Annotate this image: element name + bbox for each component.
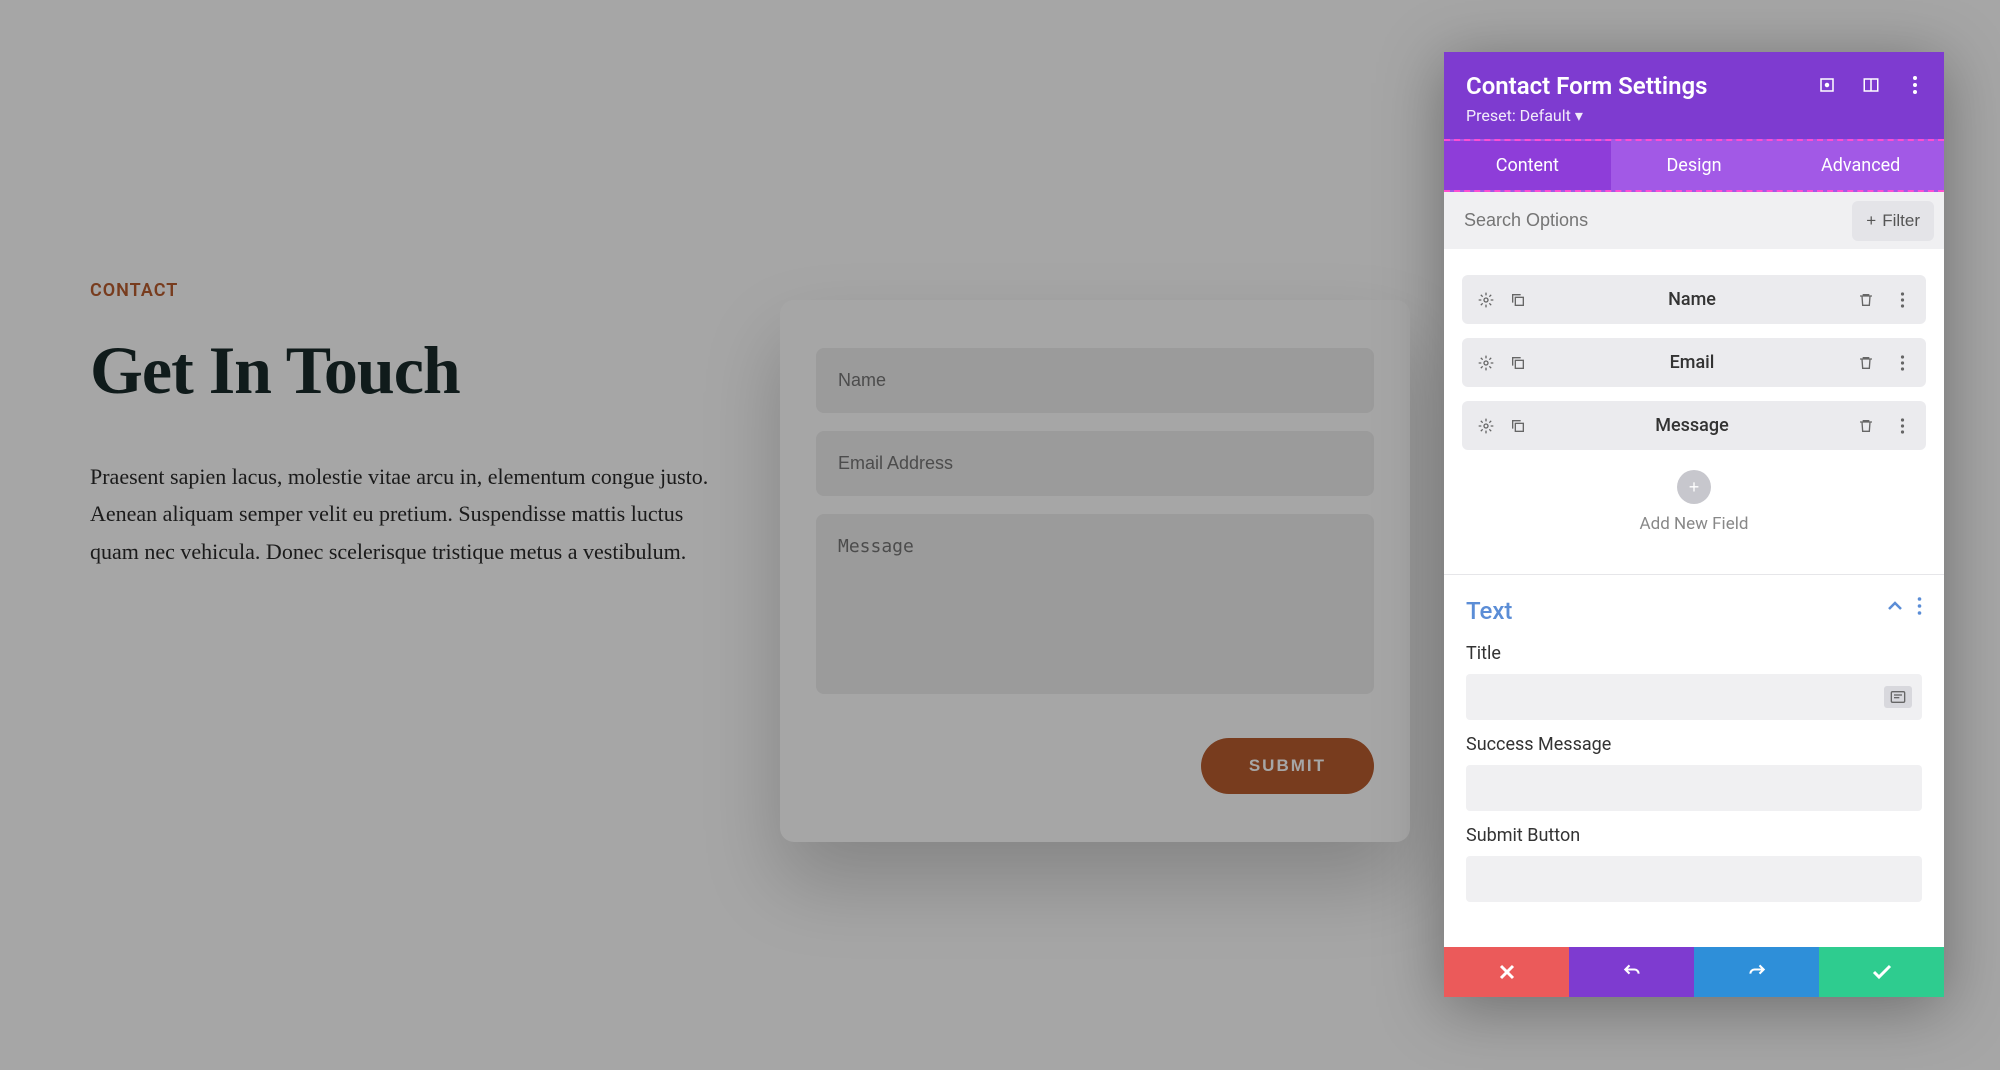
duplicate-icon[interactable] — [1508, 416, 1528, 436]
more-icon[interactable] — [1917, 597, 1922, 615]
submit-button[interactable]: SUBMIT — [1201, 738, 1374, 794]
title-input[interactable] — [1466, 674, 1922, 720]
more-icon[interactable] — [1904, 74, 1926, 96]
field-label: Message — [1528, 415, 1856, 436]
field-item[interactable]: Message — [1462, 401, 1926, 450]
cancel-button[interactable] — [1444, 947, 1569, 997]
trash-icon[interactable] — [1856, 416, 1876, 436]
plus-icon: + — [1866, 211, 1876, 231]
redo-button[interactable] — [1694, 947, 1819, 997]
search-row: + Filter — [1444, 192, 1944, 249]
more-icon[interactable] — [1892, 290, 1912, 310]
success-message-input[interactable] — [1466, 765, 1922, 811]
chevron-up-icon[interactable] — [1887, 601, 1903, 611]
field-label: Email — [1528, 352, 1856, 373]
more-icon[interactable] — [1892, 353, 1912, 373]
submit-option-label: Submit Button — [1466, 825, 1922, 846]
redo-icon — [1747, 962, 1767, 982]
gear-icon[interactable] — [1476, 290, 1496, 310]
filter-button[interactable]: + Filter — [1852, 201, 1934, 241]
tab-advanced[interactable]: Advanced — [1777, 141, 1944, 190]
gear-icon[interactable] — [1476, 416, 1496, 436]
trash-icon[interactable] — [1856, 290, 1876, 310]
close-icon — [1499, 964, 1515, 980]
dynamic-content-icon[interactable] — [1884, 686, 1912, 708]
contact-form-card: SUBMIT — [780, 300, 1410, 842]
check-icon — [1872, 964, 1892, 980]
panel-body: + Filter Name Em — [1444, 192, 1944, 947]
section-heading[interactable]: Text — [1466, 597, 1922, 625]
settings-panel: Contact Form Settings Preset: Default ▾ … — [1444, 52, 1944, 997]
expand-icon[interactable] — [1816, 74, 1838, 96]
gear-icon[interactable] — [1476, 353, 1496, 373]
contact-eyebrow: CONTACT — [90, 280, 710, 301]
tab-design[interactable]: Design — [1611, 141, 1778, 190]
success-option-label: Success Message — [1466, 734, 1922, 755]
text-section: Text Title Success Message Submit Button — [1444, 575, 1944, 908]
search-input[interactable] — [1444, 192, 1852, 249]
field-label: Name — [1528, 289, 1856, 310]
field-item[interactable]: Email — [1462, 338, 1926, 387]
caret-down-icon: ▾ — [1575, 106, 1583, 125]
panel-tabs: Content Design Advanced — [1444, 139, 1944, 192]
trash-icon[interactable] — [1856, 353, 1876, 373]
panel-header: Contact Form Settings Preset: Default ▾ — [1444, 52, 1944, 139]
add-field-label: Add New Field — [1462, 514, 1926, 534]
message-textarea[interactable] — [816, 514, 1374, 694]
name-input[interactable] — [816, 348, 1374, 413]
email-input[interactable] — [816, 431, 1374, 496]
page-description: Praesent sapien lacus, molestie vitae ar… — [90, 458, 710, 570]
fields-list: Name Email — [1444, 249, 1944, 574]
add-field-button[interactable]: + — [1677, 470, 1711, 504]
title-option-label: Title — [1466, 643, 1922, 664]
duplicate-icon[interactable] — [1508, 290, 1528, 310]
tab-content[interactable]: Content — [1444, 141, 1611, 190]
panel-footer — [1444, 947, 1944, 997]
submit-button-input[interactable] — [1466, 856, 1922, 902]
preset-dropdown[interactable]: Preset: Default ▾ — [1466, 106, 1583, 125]
field-item[interactable]: Name — [1462, 275, 1926, 324]
columns-icon[interactable] — [1860, 74, 1882, 96]
page-title: Get In Touch — [90, 331, 710, 410]
undo-button[interactable] — [1569, 947, 1694, 997]
confirm-button[interactable] — [1819, 947, 1944, 997]
duplicate-icon[interactable] — [1508, 353, 1528, 373]
more-icon[interactable] — [1892, 416, 1912, 436]
add-field-area: + Add New Field — [1462, 464, 1926, 562]
undo-icon — [1622, 962, 1642, 982]
